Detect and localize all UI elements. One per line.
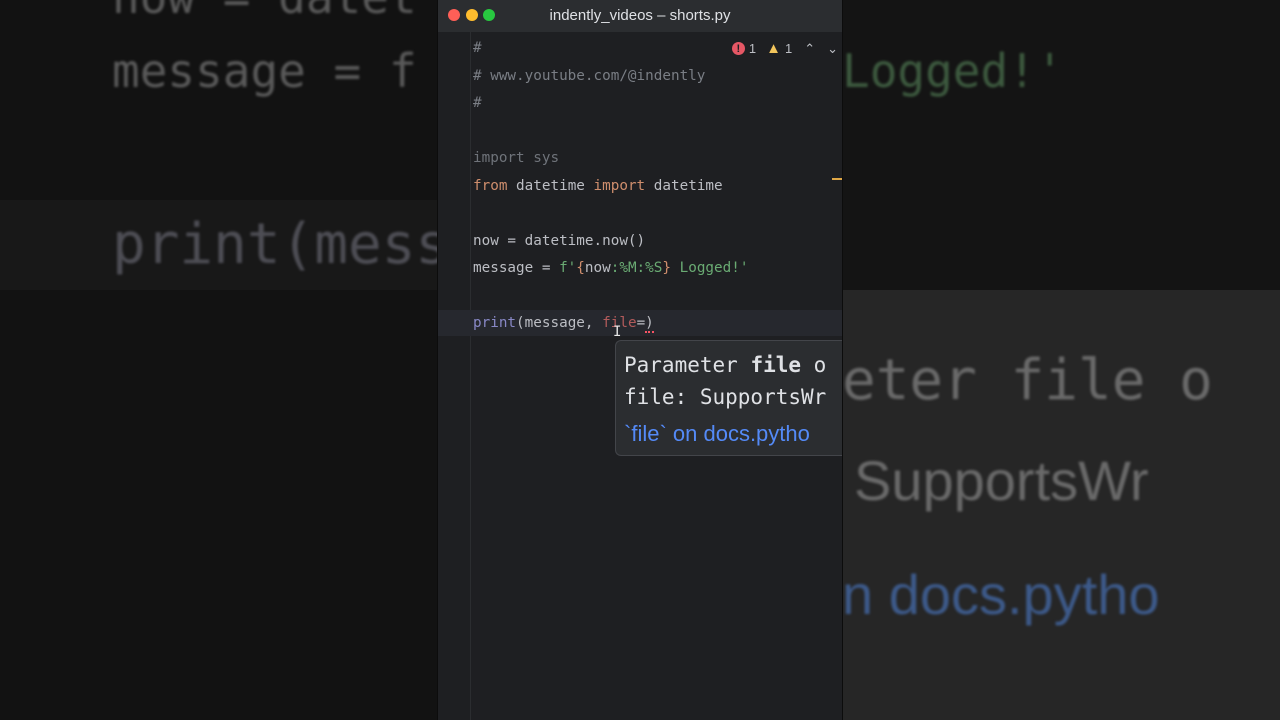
bg-text: now = datet xyxy=(112,0,417,24)
background-right-panel: Logged!' eter file o SupportsWr n docs.p… xyxy=(842,0,1280,720)
code-line: message = f'{now:%M:%S} Logged!' xyxy=(473,260,749,276)
bg-text: message = f xyxy=(112,44,417,98)
code-line: import sys xyxy=(473,150,560,166)
popup-title: Parameter file o xyxy=(624,353,827,377)
code-line-current: print(message, file=) xyxy=(473,315,654,333)
code-line: from datetime import datetime xyxy=(473,178,723,194)
code-line: # www.youtube.com/@indently xyxy=(473,68,706,84)
bg-text: eter file o xyxy=(842,348,1213,413)
bg-text: SupportsWr xyxy=(854,449,1149,512)
editor-gutter xyxy=(438,32,471,720)
ide-window: indently_videos – shorts.py ! 1 ▲ 1 ⌃ ⌄ … xyxy=(438,0,842,720)
title-bar: indently_videos – shorts.py xyxy=(438,0,842,32)
documentation-popup: Parameter file o file: SupportsWr `file`… xyxy=(615,340,842,456)
popup-type: file: SupportsWr xyxy=(624,385,827,409)
code-line: # xyxy=(473,40,482,56)
code-line: now = datetime.now() xyxy=(473,233,646,249)
bg-text: Logged!' xyxy=(842,44,1064,98)
ibeam-cursor-icon: I xyxy=(613,324,622,340)
bg-text: print(messa xyxy=(112,212,438,277)
bg-text: n docs.pytho xyxy=(842,563,1160,626)
popup-docs-link[interactable]: `file` on docs.pytho xyxy=(624,421,810,447)
background-left-panel: now = datet message = f print(messa xyxy=(0,0,438,720)
window-title: indently_videos – shorts.py xyxy=(549,7,731,24)
error-squiggle: ) xyxy=(645,315,654,333)
code-line: # xyxy=(473,95,482,111)
